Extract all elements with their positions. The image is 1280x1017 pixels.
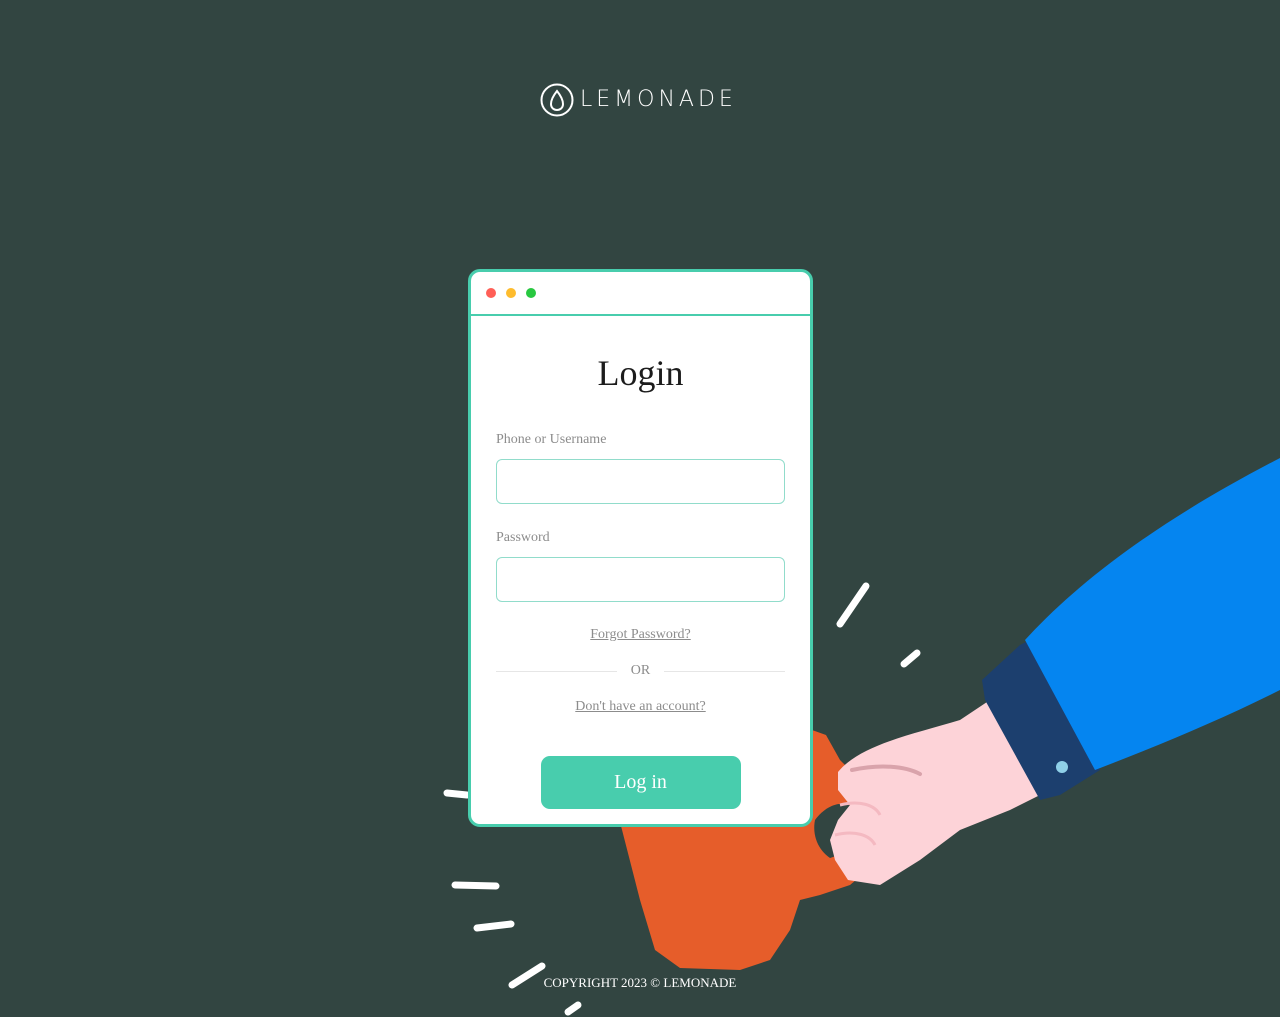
- page-title: Login: [597, 353, 684, 393]
- or-divider: OR: [496, 662, 786, 680]
- brand-logo[interactable]: LEMONADE: [540, 81, 737, 119]
- username-input[interactable]: [496, 459, 785, 504]
- login-form: Login Phone or Username Password Forgot …: [471, 352, 810, 809]
- window-title-bar: [471, 272, 810, 316]
- login-page: LEMONADE Login Phone or Username Passwor…: [0, 0, 1280, 1017]
- signup-link[interactable]: Don't have an account?: [496, 698, 785, 716]
- minimize-dot-icon: [506, 288, 516, 298]
- cuff-button: [1056, 761, 1068, 773]
- footer-copyright: COPYRIGHT 2023 © LEMONADE: [543, 975, 737, 990]
- forgot-password-link[interactable]: Forgot Password?: [496, 626, 785, 644]
- maximize-dot-icon: [526, 288, 536, 298]
- close-dot-icon: [486, 288, 496, 298]
- lemon-drop-icon: [540, 83, 574, 117]
- divider-line-right: [664, 670, 786, 672]
- divider-text: OR: [630, 663, 651, 678]
- password-label: Password: [496, 530, 550, 545]
- username-label: Phone or Username: [496, 432, 607, 447]
- login-button[interactable]: Log in: [540, 756, 741, 809]
- login-card: Login Phone or Username Password Forgot …: [468, 269, 813, 827]
- brand-name: LEMONADE: [580, 87, 737, 112]
- password-input[interactable]: [496, 557, 785, 602]
- divider-line-left: [496, 670, 617, 672]
